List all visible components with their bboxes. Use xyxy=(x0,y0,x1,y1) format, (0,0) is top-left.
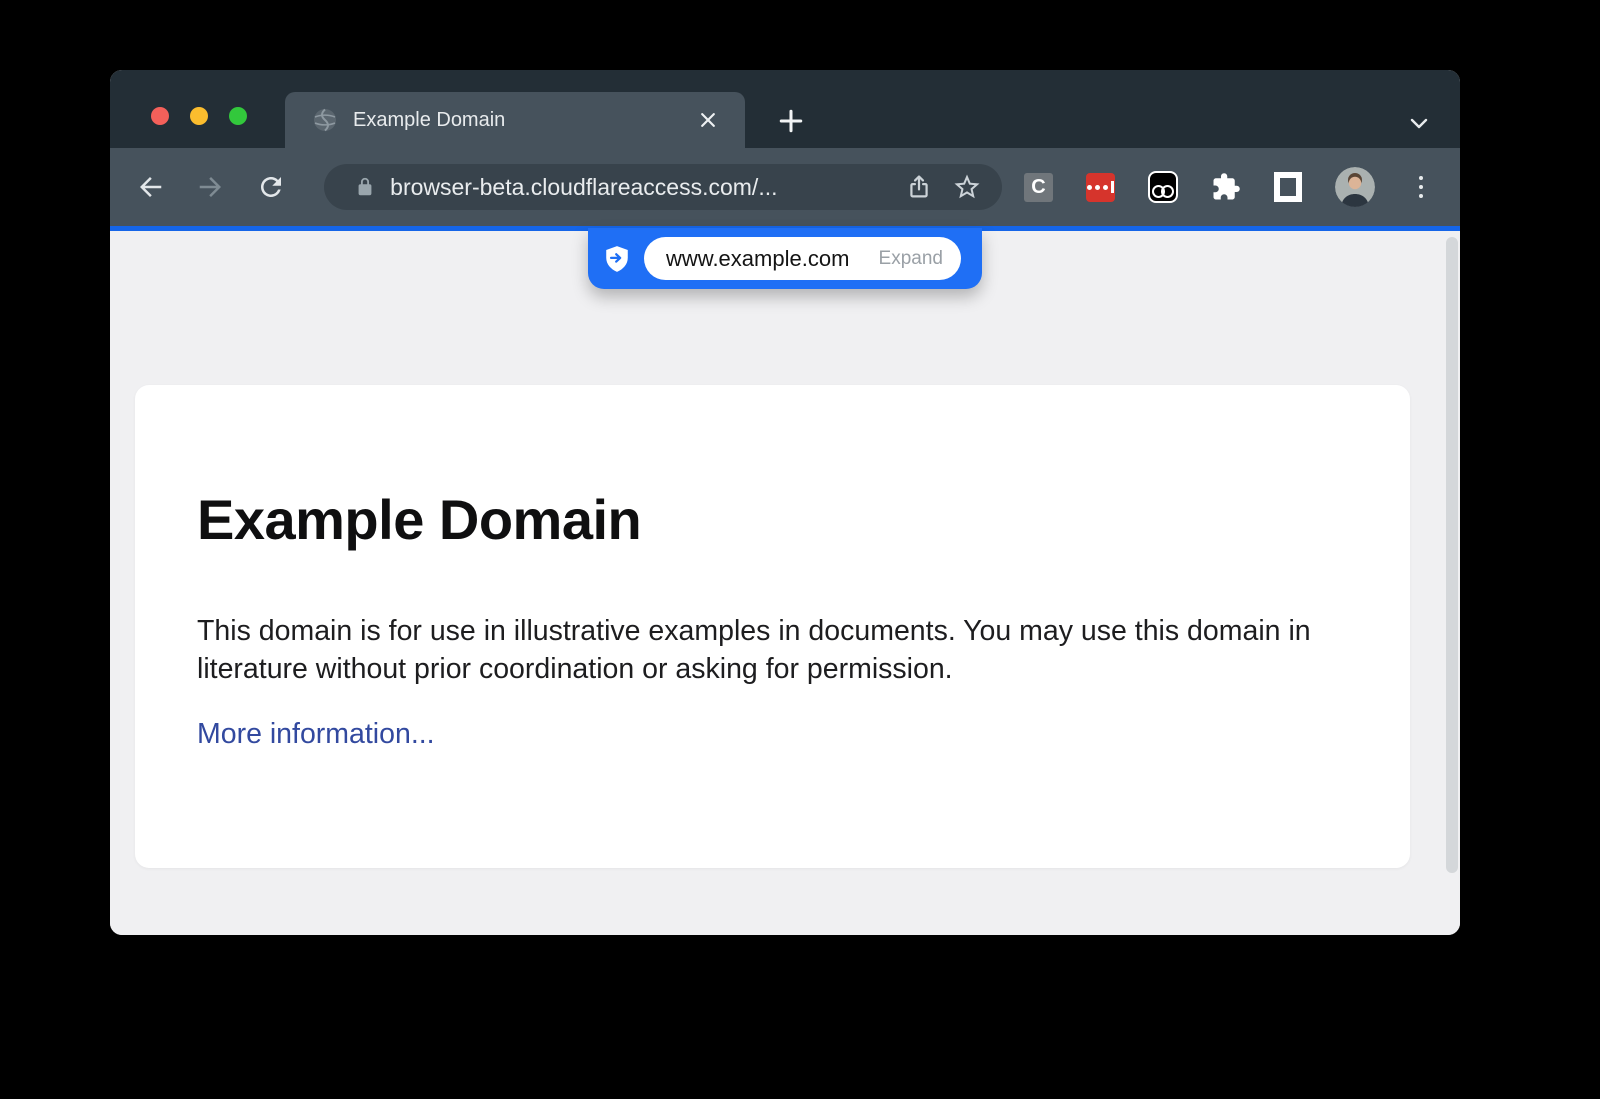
forward-icon[interactable] xyxy=(189,165,233,209)
close-window-button[interactable] xyxy=(151,107,169,125)
share-icon[interactable] xyxy=(902,170,936,204)
star-icon[interactable] xyxy=(950,170,984,204)
extensions-row: C xyxy=(1024,167,1434,207)
window-controls xyxy=(151,107,247,125)
more-information-link[interactable]: More information... xyxy=(197,718,435,751)
browser-window: Example Domain xyxy=(110,70,1460,935)
tab-strip: Example Domain xyxy=(110,70,1460,148)
puzzle-extensions-icon[interactable] xyxy=(1211,172,1241,202)
screenshot-stage: Example Domain xyxy=(0,0,1600,1099)
tab-close-icon[interactable] xyxy=(693,105,723,135)
browser-toolbar: browser-beta.cloudflareaccess.com/... C xyxy=(110,148,1460,226)
url-text: browser-beta.cloudflareaccess.com/... xyxy=(390,174,888,201)
chevron-down-icon[interactable] xyxy=(1406,110,1432,136)
zoom-window-button[interactable] xyxy=(229,107,247,125)
frame-extension-icon[interactable] xyxy=(1274,172,1302,202)
isolation-address-pill[interactable]: www.example.com Expand xyxy=(644,237,961,280)
address-bar[interactable]: browser-beta.cloudflareaccess.com/... xyxy=(324,164,1002,210)
back-icon[interactable] xyxy=(128,165,172,209)
shield-arrow-icon xyxy=(604,245,630,273)
isolated-hostname: www.example.com xyxy=(666,246,849,272)
c-extension-icon[interactable]: C xyxy=(1024,173,1053,202)
browser-tab[interactable]: Example Domain xyxy=(285,92,745,148)
page-paragraph: This domain is for use in illustrative e… xyxy=(197,612,1347,688)
lastpass-extension-icon[interactable] xyxy=(1086,173,1115,202)
minimize-window-button[interactable] xyxy=(190,107,208,125)
profile-avatar[interactable] xyxy=(1335,167,1375,207)
reload-icon[interactable] xyxy=(249,165,293,209)
page-content: www.example.com Expand Example Domain Th… xyxy=(110,231,1460,935)
example-domain-card: Example Domain This domain is for use in… xyxy=(135,385,1410,868)
two-circles-extension-icon[interactable] xyxy=(1148,171,1178,203)
lock-icon[interactable] xyxy=(354,176,376,198)
isolation-widget[interactable]: www.example.com Expand xyxy=(588,228,982,289)
globe-favicon-icon xyxy=(313,108,337,132)
tab-title: Example Domain xyxy=(353,109,693,132)
kebab-menu-icon[interactable] xyxy=(1408,167,1434,207)
vertical-scrollbar[interactable] xyxy=(1446,237,1458,873)
new-tab-icon[interactable] xyxy=(773,103,809,139)
expand-button[interactable]: Expand xyxy=(879,248,943,270)
page-title: Example Domain xyxy=(197,488,1348,552)
